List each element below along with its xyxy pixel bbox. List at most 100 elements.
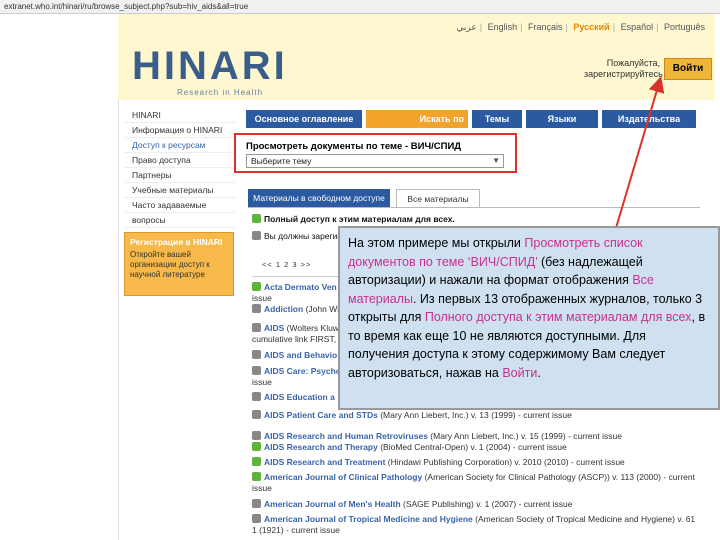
journal-row: Acta Dermato Ven xyxy=(252,282,337,293)
journal-details: (Hindawi Publishing Corporation) v. 2010… xyxy=(385,457,625,467)
tab-subjects[interactable]: Темы xyxy=(472,110,522,128)
callout-text: На этом примере мы открыли Просмотреть с… xyxy=(348,234,710,382)
journal-row: Addiction (John Wil xyxy=(252,304,341,315)
hinari-logo[interactable]: HINARI Research in Health xyxy=(132,44,288,97)
tab-languages[interactable]: Языки xyxy=(526,110,598,128)
journal-row: AIDS Patient Care and STDs (Mary Ann Lie… xyxy=(252,410,572,421)
tab-publishers[interactable]: Издательства xyxy=(602,110,696,128)
login-button[interactable]: Войти xyxy=(664,58,712,80)
main-tabs: Основное оглавление Искать по Темы Языки… xyxy=(246,110,696,128)
sidebar-item-about[interactable]: Информация о HINARI xyxy=(124,123,236,138)
url-text: extranet.who.int/hinari/ru/browse_subjec… xyxy=(4,2,249,11)
journal-details: (John Wil xyxy=(303,304,341,314)
open-access-icon xyxy=(252,472,261,481)
lang-portuguese[interactable]: Português xyxy=(664,22,705,32)
journal-row: American Journal of Men's Health (SAGE P… xyxy=(252,499,572,510)
register-text: Откройте вашей организации доступ к науч… xyxy=(130,250,210,279)
register-title: Регистрация в HINARI xyxy=(130,237,223,247)
callout-text-part: . xyxy=(537,365,541,380)
journal-link[interactable]: Acta Dermato Ven xyxy=(264,282,337,292)
lang-french[interactable]: Français xyxy=(528,22,563,32)
sidebar-item-faq-cont[interactable]: вопросы xyxy=(124,213,236,228)
login-message: Пожалуйста, зарегистрируйтесь xyxy=(584,58,663,79)
journal-details-cont: issue xyxy=(252,293,272,303)
journal-details: (American Society for Clinical Pathology… xyxy=(422,472,695,482)
sidebar-item-eligibility[interactable]: Право доступа xyxy=(124,153,236,168)
tab-all-materials[interactable]: Все материалы xyxy=(396,189,480,207)
sidebar-item-partners[interactable]: Партнеры xyxy=(124,168,236,183)
journal-details: (Mary Ann Liebert, Inc.) v. 15 (1999) - … xyxy=(427,431,622,441)
annotation-highlight-box xyxy=(234,133,517,173)
tab-free-materials[interactable]: Материалы в свободном доступе xyxy=(248,189,390,207)
register-box[interactable]: Регистрация в HINARI Откройте вашей орга… xyxy=(124,232,234,296)
journal-link[interactable]: AIDS Care: Psycho xyxy=(264,366,341,376)
restricted-access-icon xyxy=(252,366,261,375)
journal-link[interactable]: American Journal of Clinical Pathology xyxy=(264,472,422,482)
journal-details: (SAGE Publishing) v. 1 (2007) - current … xyxy=(400,499,573,509)
callout-text-part: На этом примере мы открыли xyxy=(348,236,525,250)
annotation-callout: На этом примере мы открыли Просмотреть с… xyxy=(338,226,720,410)
journal-details-cont: 1 (1921) - current issue xyxy=(252,525,340,535)
lang-arabic[interactable]: عربي xyxy=(456,22,476,32)
journal-link[interactable]: American Journal of Tropical Medicine an… xyxy=(264,514,473,524)
restricted-access-icon xyxy=(252,410,261,419)
restricted-access-icon xyxy=(252,323,261,332)
journal-link[interactable]: American Journal of Men's Health xyxy=(264,499,401,509)
journal-row: AIDS Care: Psycho xyxy=(252,366,341,377)
restricted-access-icon xyxy=(252,304,261,313)
journal-details-cont: issue xyxy=(252,483,272,493)
journal-row: American Journal of Tropical Medicine an… xyxy=(252,514,695,525)
journal-details-cont: cumulative link FIRST, ( xyxy=(252,334,342,344)
restricted-access-icon xyxy=(252,392,261,401)
lang-spanish[interactable]: Español xyxy=(621,22,654,32)
journal-link[interactable]: AIDS Research and Treatment xyxy=(264,457,385,467)
legend-full-access: Полный доступ к этим материалам для всех… xyxy=(252,214,455,225)
journal-row: AIDS Education a xyxy=(252,392,335,403)
logo-tagline: Research in Health xyxy=(177,88,264,97)
restricted-access-icon xyxy=(252,350,261,359)
restricted-access-icon xyxy=(252,231,261,240)
open-access-icon xyxy=(252,282,261,291)
open-access-icon xyxy=(252,457,261,466)
restricted-access-icon xyxy=(252,431,261,440)
journal-link[interactable]: Addiction xyxy=(264,304,303,314)
logo-wordmark: HINARI xyxy=(132,44,288,88)
journal-row: AIDS Research and Human Retroviruses (Ma… xyxy=(252,431,622,442)
journal-details-cont: issue xyxy=(252,377,272,387)
language-selector: عربي | English | Français | Русский | Españo… xyxy=(456,22,705,32)
sidebar-item-faq[interactable]: Часто задаваемые xyxy=(124,198,236,213)
sidebar-item-training[interactable]: Учебные материалы xyxy=(124,183,236,198)
journal-link[interactable]: AIDS Education a xyxy=(264,392,335,402)
journal-link[interactable]: AIDS Research and Human Retroviruses xyxy=(264,431,428,441)
callout-highlight: Войти xyxy=(502,365,538,380)
pager[interactable]: << 1 2 3 >> xyxy=(262,260,311,269)
journal-details: (Wolters Kluw xyxy=(284,323,339,333)
tab-search-by[interactable]: Искать по xyxy=(366,110,468,128)
journal-row: AIDS Research and Treatment (Hindawi Pub… xyxy=(252,457,625,468)
journal-link[interactable]: AIDS xyxy=(264,323,284,333)
restricted-access-icon xyxy=(252,514,261,523)
journal-row: AIDS (Wolters Kluw xyxy=(252,323,339,334)
sidebar: HINARI Информация о HINARI Доступ к ресу… xyxy=(124,108,236,228)
tab-main-contents[interactable]: Основное оглавление xyxy=(246,110,362,128)
browser-url-bar[interactable]: extranet.who.int/hinari/ru/browse_subjec… xyxy=(0,0,720,14)
open-access-icon xyxy=(252,442,261,451)
journal-link[interactable]: AIDS and Behavio xyxy=(264,350,337,360)
journal-details: (BioMed Central-Open) v. 1 (2004) - curr… xyxy=(377,442,567,452)
journal-details: (American Society of Tropical Medicine a… xyxy=(472,514,696,524)
sidebar-item-hinari[interactable]: HINARI xyxy=(124,108,236,123)
lang-english[interactable]: English xyxy=(488,22,518,32)
open-access-icon xyxy=(252,214,261,223)
journal-row: American Journal of Clinical Pathology (… xyxy=(252,472,695,483)
legend-full-access-text: Полный доступ к этим материалам для всех… xyxy=(264,214,455,224)
sidebar-item-access[interactable]: Доступ к ресурсам xyxy=(124,138,236,153)
site-header: عربي | English | Français | Русский | Españo… xyxy=(118,14,715,100)
callout-highlight: Полного доступа к этим материалам для вс… xyxy=(424,310,692,324)
journal-link[interactable]: AIDS Patient Care and STDs xyxy=(264,410,378,420)
lang-russian[interactable]: Русский xyxy=(573,22,609,32)
journal-link[interactable]: AIDS Research and Therapy xyxy=(264,442,378,452)
restricted-access-icon xyxy=(252,499,261,508)
tabs-divider xyxy=(248,207,700,208)
journal-row: AIDS and Behavio xyxy=(252,350,337,361)
journal-details: (Mary Ann Liebert, Inc.) v. 13 (1999) - … xyxy=(377,410,572,420)
